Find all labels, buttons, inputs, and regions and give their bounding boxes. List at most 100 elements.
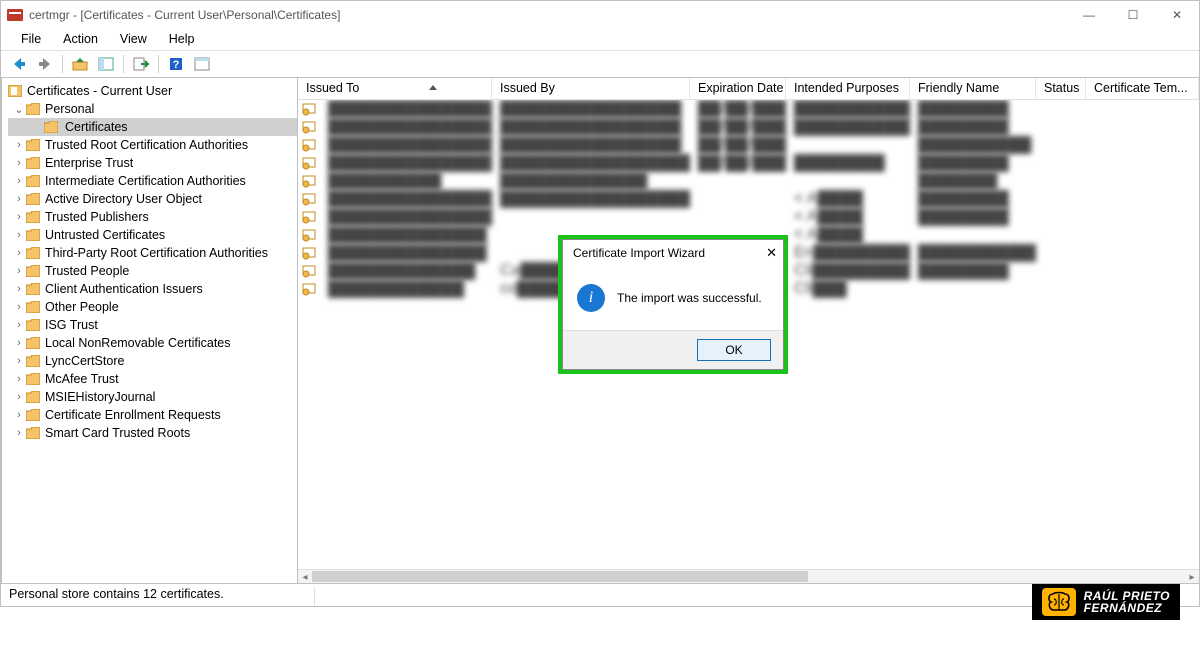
col-purposes[interactable]: Intended Purposes: [786, 78, 910, 99]
folder-icon: [26, 282, 42, 296]
table-row[interactable]: ██████████████████████████████: [298, 172, 1199, 190]
table-row[interactable]: ███████████████ot< A████████████: [298, 208, 1199, 226]
table-row[interactable]: ██████████████████████████████████/██/██…: [298, 118, 1199, 136]
properties-button[interactable]: [190, 52, 214, 76]
app-icon: [7, 7, 23, 23]
tree-item[interactable]: ›Trusted Publishers: [8, 208, 297, 226]
scroll-thumb[interactable]: [312, 571, 808, 582]
brain-icon: [1042, 588, 1076, 616]
expand-icon[interactable]: ›: [12, 355, 26, 367]
up-button[interactable]: [68, 52, 92, 76]
expand-icon[interactable]: ›: [12, 373, 26, 385]
folder-icon: [26, 174, 42, 188]
certificate-icon: [298, 228, 320, 242]
status-text: Personal store contains 12 certificates.: [9, 587, 315, 606]
ok-button[interactable]: OK: [697, 339, 771, 361]
folder-icon: [26, 228, 42, 242]
tree-item[interactable]: ›Certificate Enrollment Requests: [8, 406, 297, 424]
expand-icon[interactable]: ›: [12, 211, 26, 223]
folder-icon: [26, 354, 42, 368]
table-row[interactable]: ██████████████████████████████████/██/██…: [298, 100, 1199, 118]
dialog-close-icon[interactable]: ✕: [766, 245, 777, 261]
folder-icon: [26, 156, 42, 170]
certificate-icon: [298, 102, 320, 116]
col-friendly[interactable]: Friendly Name: [910, 78, 1036, 99]
tree-item[interactable]: ›Local NonRemovable Certificates: [8, 334, 297, 352]
tree-item[interactable]: ›Untrusted Certificates: [8, 226, 297, 244]
collapse-icon[interactable]: ⌄: [12, 103, 26, 116]
table-row[interactable]: █████████████████████████████████/██/███…: [298, 136, 1199, 154]
dialog-titlebar: Certificate Import Wizard ✕: [563, 240, 783, 266]
tree-item[interactable]: ›ISG Trust: [8, 316, 297, 334]
expand-icon[interactable]: ›: [12, 391, 26, 403]
tree-item[interactable]: ›Enterprise Trust: [8, 154, 297, 172]
maximize-button[interactable]: ☐: [1111, 1, 1155, 29]
expand-icon[interactable]: ›: [12, 139, 26, 151]
tree-item[interactable]: ›Smart Card Trusted Roots: [8, 424, 297, 442]
tree-item[interactable]: ›Active Directory User Object: [8, 190, 297, 208]
back-button[interactable]: [7, 52, 31, 76]
scroll-right-arrow[interactable]: ▸: [1185, 570, 1199, 583]
expand-icon[interactable]: ›: [12, 157, 26, 169]
tree-root[interactable]: Certificates - Current User: [8, 82, 297, 100]
col-expiration[interactable]: Expiration Date: [690, 78, 786, 99]
toolbar: ?: [1, 50, 1199, 78]
menu-view[interactable]: View: [110, 30, 157, 48]
folder-icon: [44, 120, 60, 134]
menu-file[interactable]: File: [11, 30, 51, 48]
export-button[interactable]: [129, 52, 153, 76]
expand-icon[interactable]: ›: [12, 427, 26, 439]
window-title: certmgr - [Certificates - Current User\P…: [29, 8, 340, 22]
minimize-button[interactable]: —: [1067, 1, 1111, 29]
folder-icon: [26, 246, 42, 260]
expand-icon[interactable]: ›: [12, 301, 26, 313]
show-hide-tree-button[interactable]: [94, 52, 118, 76]
folder-icon: [26, 138, 42, 152]
forward-button[interactable]: [33, 52, 57, 76]
tree-pane[interactable]: Certificates - Current User ⌄ Personal C…: [2, 78, 298, 583]
tree-item[interactable]: ›McAfee Trust: [8, 370, 297, 388]
expand-icon[interactable]: ›: [12, 319, 26, 331]
certificate-icon: [298, 120, 320, 134]
menu-action[interactable]: Action: [53, 30, 108, 48]
horizontal-scrollbar[interactable]: ◂ ▸: [298, 569, 1199, 583]
tree-item[interactable]: ›Intermediate Certification Authorities: [8, 172, 297, 190]
certstore-icon: [8, 84, 24, 98]
expand-icon[interactable]: ›: [12, 229, 26, 241]
tree-item[interactable]: ›Trusted Root Certification Authorities: [8, 136, 297, 154]
certificate-icon: [298, 174, 320, 188]
info-icon: i: [577, 284, 605, 312]
col-issued-by[interactable]: Issued By: [492, 78, 690, 99]
tree-personal[interactable]: ⌄ Personal: [8, 100, 297, 118]
expand-icon[interactable]: ›: [12, 283, 26, 295]
col-status[interactable]: Status: [1036, 78, 1086, 99]
help-button[interactable]: ?: [164, 52, 188, 76]
expand-icon[interactable]: ›: [12, 265, 26, 277]
table-row[interactable]: ███████████████████████████████████████/…: [298, 154, 1199, 172]
tree-item[interactable]: ›Client Authentication Issuers: [8, 280, 297, 298]
tree-certificates-selected[interactable]: Certificates: [8, 118, 297, 136]
tree-item[interactable]: ›Other People: [8, 298, 297, 316]
col-issued-to[interactable]: Issued To: [298, 78, 492, 99]
folder-icon: [26, 300, 42, 314]
close-button[interactable]: ✕: [1155, 1, 1199, 29]
expand-icon[interactable]: ›: [12, 175, 26, 187]
tree-item[interactable]: ›Trusted People: [8, 262, 297, 280]
expand-icon[interactable]: ›: [12, 337, 26, 349]
expand-icon[interactable]: ›: [12, 193, 26, 205]
folder-icon: [26, 210, 42, 224]
certificate-icon: [298, 156, 320, 170]
col-template[interactable]: Certificate Tem...: [1086, 78, 1199, 99]
scroll-left-arrow[interactable]: ◂: [298, 570, 312, 583]
certificate-icon: [298, 138, 320, 152]
table-row[interactable]: ███████████████ot██████████████████< A██…: [298, 190, 1199, 208]
folder-icon: [26, 102, 42, 116]
menu-help[interactable]: Help: [159, 30, 205, 48]
tree-item[interactable]: ›MSIEHistoryJournal: [8, 388, 297, 406]
window-titlebar: certmgr - [Certificates - Current User\P…: [1, 0, 1199, 28]
list-header[interactable]: Issued To Issued By Expiration Date Inte…: [298, 78, 1199, 100]
tree-item[interactable]: ›LyncCertStore: [8, 352, 297, 370]
expand-icon[interactable]: ›: [12, 409, 26, 421]
expand-icon[interactable]: ›: [12, 247, 26, 259]
tree-item[interactable]: ›Third-Party Root Certification Authorit…: [8, 244, 297, 262]
